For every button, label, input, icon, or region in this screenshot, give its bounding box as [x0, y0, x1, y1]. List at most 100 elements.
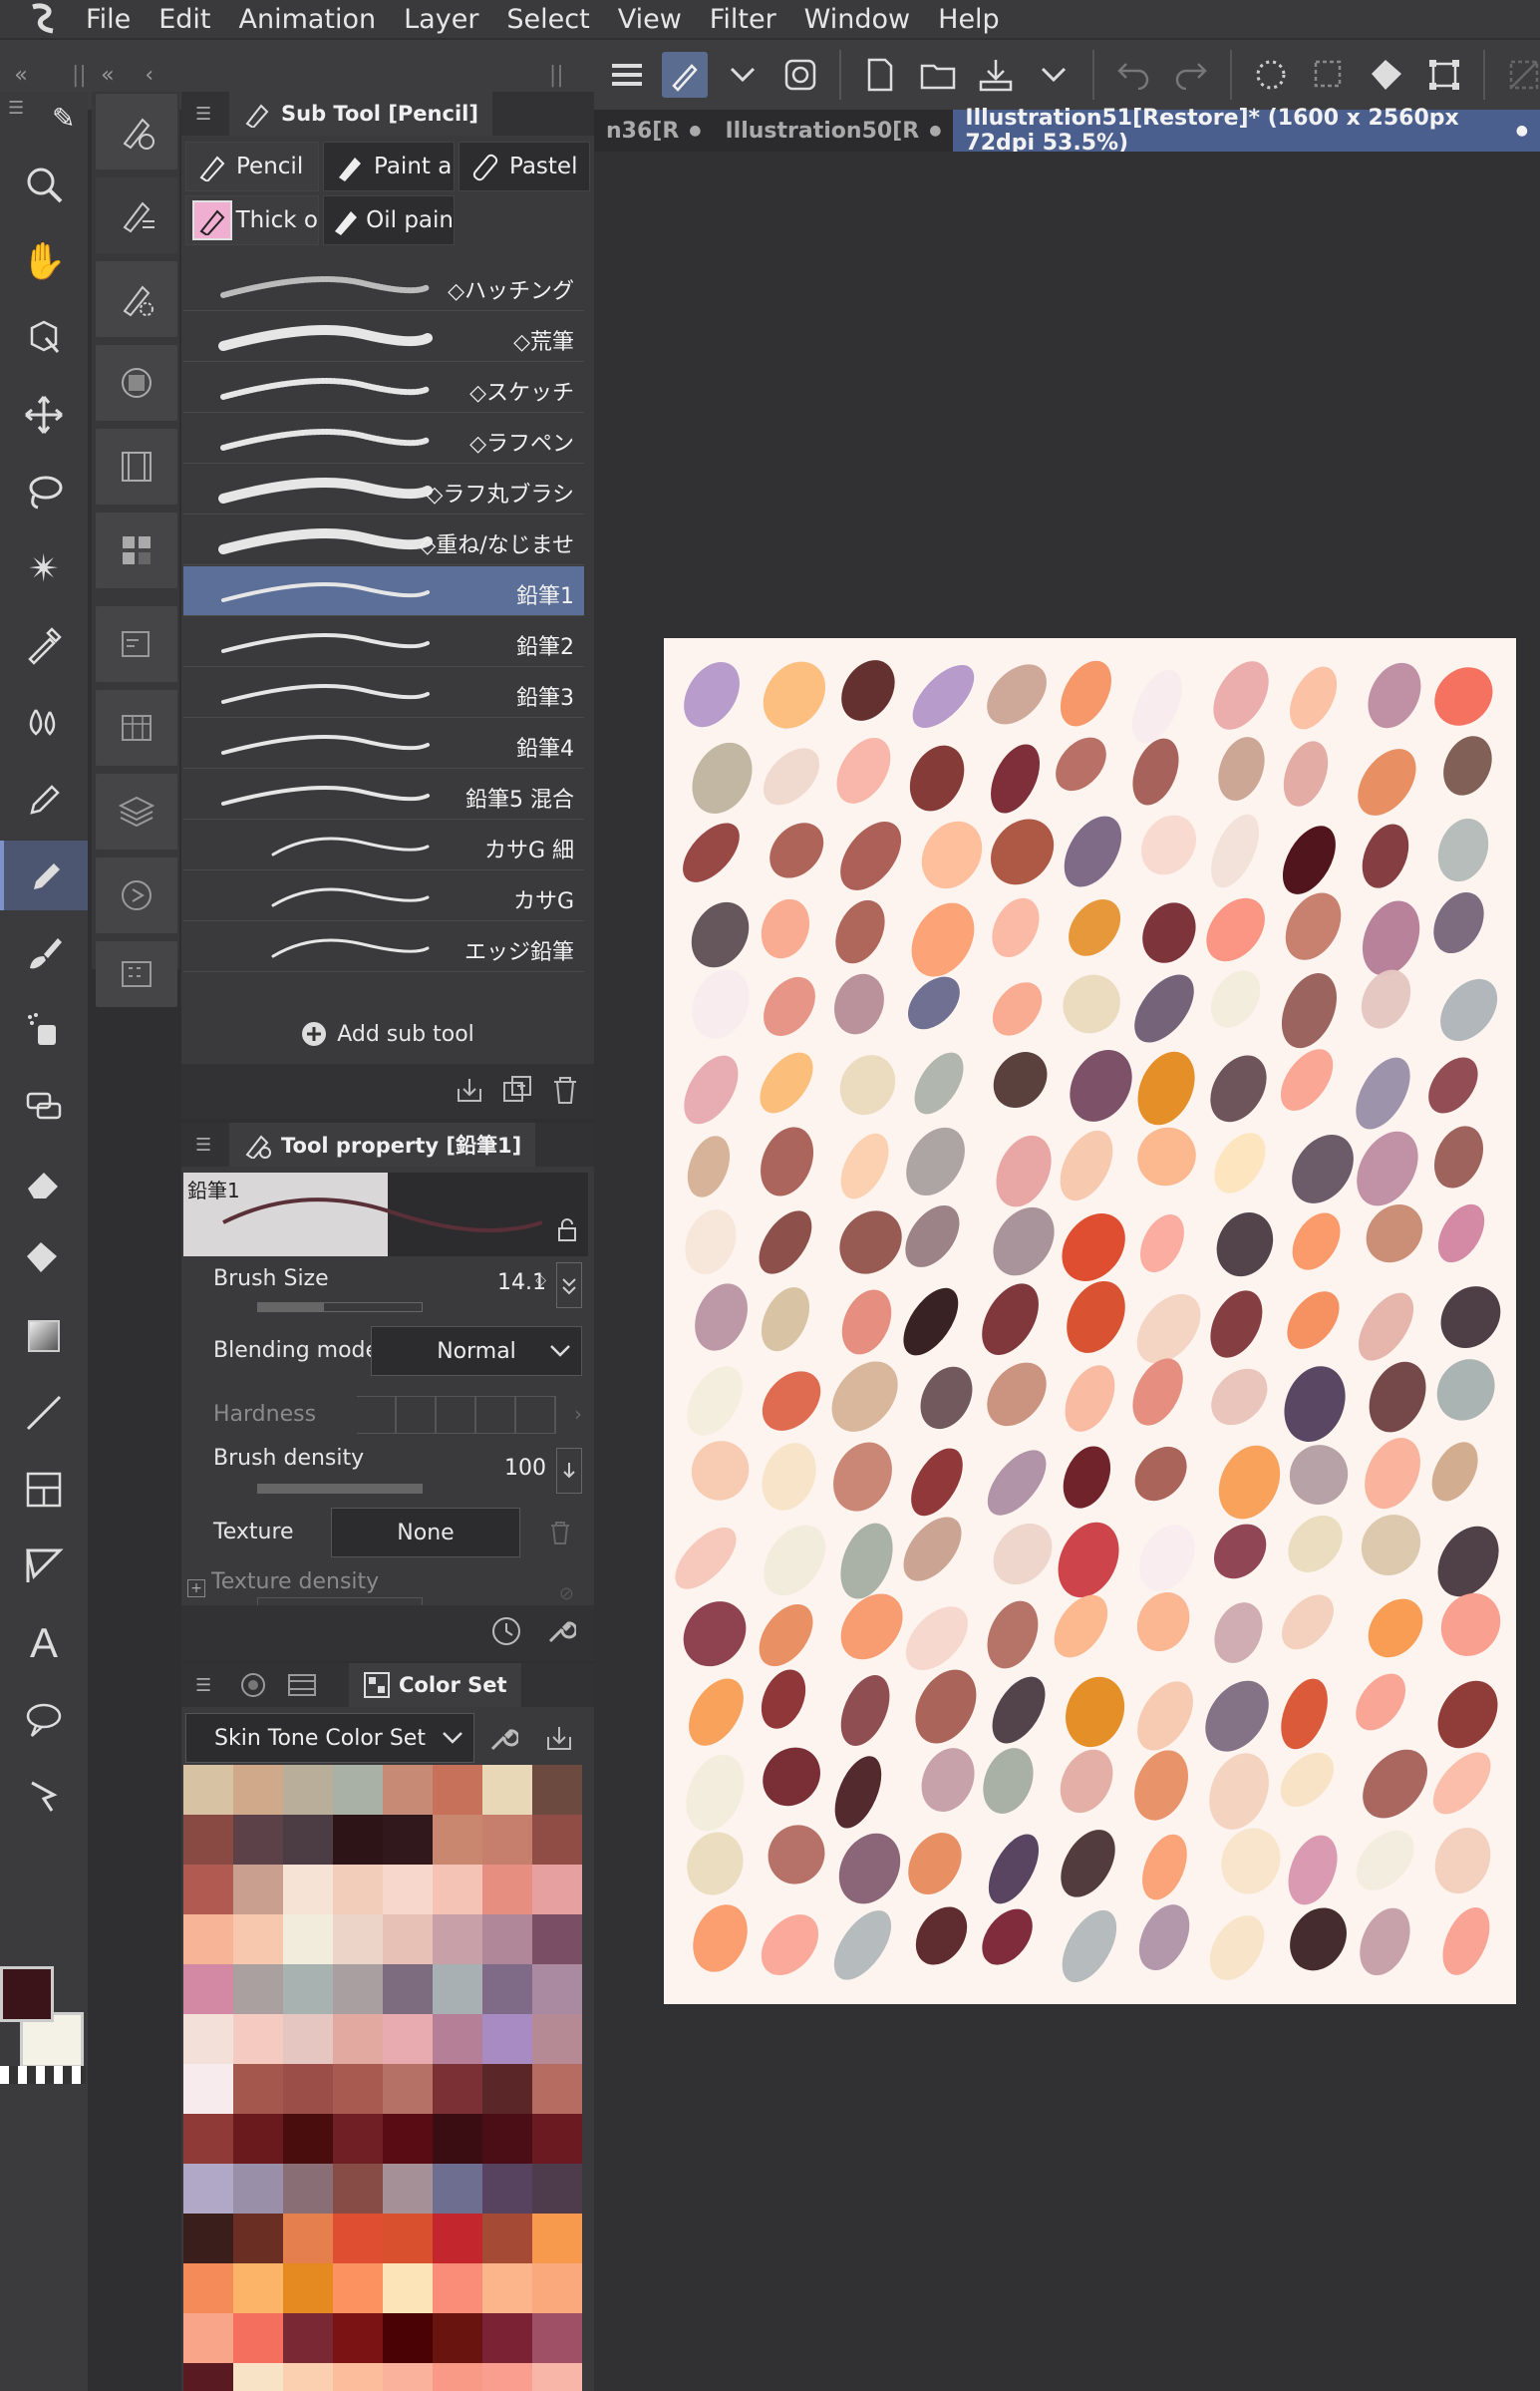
color-swatch[interactable] — [383, 1914, 433, 1964]
material-icon[interactable] — [96, 690, 177, 766]
subtool-settings-icon[interactable] — [96, 261, 177, 337]
blend-tool-icon[interactable] — [0, 687, 88, 757]
color-swatch[interactable] — [283, 2014, 333, 2064]
grip-icon[interactable]: ☰ — [8, 98, 24, 119]
canvas-tab-2[interactable]: Illustration50[R ● — [714, 110, 954, 152]
move-tool-icon[interactable] — [0, 380, 88, 450]
close-dot-icon[interactable]: ● — [689, 123, 701, 139]
color-set-import-icon[interactable] — [544, 1723, 574, 1757]
color-swatch[interactable] — [183, 1914, 233, 1964]
brush-item[interactable]: ◇ラフペン — [183, 414, 584, 464]
hardness-slider[interactable] — [357, 1396, 556, 1434]
menu-filter[interactable]: Filter — [710, 4, 776, 35]
color-swatch[interactable] — [283, 1964, 333, 2014]
color-swatch[interactable] — [183, 1765, 233, 1815]
density-pressure-icon[interactable] — [556, 1448, 582, 1494]
menu-view[interactable]: View — [618, 4, 682, 35]
color-swatch[interactable] — [383, 2214, 433, 2263]
group-pastel-button[interactable]: Pastel — [459, 142, 590, 191]
import-subtool-icon[interactable] — [455, 1075, 484, 1109]
color-swatch[interactable] — [433, 2064, 482, 2114]
color-swatch[interactable] — [532, 1964, 582, 2014]
divider-grip-icon[interactable]: || — [72, 63, 87, 88]
color-swatch[interactable] — [283, 2313, 333, 2363]
pen-tool-icon[interactable] — [0, 764, 88, 834]
color-swatch[interactable] — [532, 1765, 582, 1815]
brush-item[interactable]: 鉛筆4 — [183, 719, 584, 769]
color-swatch[interactable] — [482, 1815, 532, 1865]
color-swatch[interactable] — [233, 1964, 283, 2014]
color-swatch[interactable] — [283, 2363, 333, 2391]
color-swatch[interactable] — [183, 2014, 233, 2064]
history-icon[interactable] — [96, 857, 177, 933]
color-swatch[interactable] — [482, 2114, 532, 2164]
menu-edit[interactable]: Edit — [158, 4, 210, 35]
menu-help[interactable]: Help — [938, 4, 1000, 35]
reset-clock-icon[interactable] — [490, 1615, 522, 1651]
fill-bucket-icon[interactable] — [1364, 52, 1409, 98]
menu-file[interactable]: File — [86, 4, 131, 35]
color-swatch[interactable] — [383, 2164, 433, 2214]
undo-icon[interactable] — [1110, 52, 1156, 98]
color-swatch[interactable] — [532, 2214, 582, 2263]
color-swatch[interactable] — [333, 1964, 383, 2014]
transform-icon[interactable] — [1421, 52, 1467, 98]
magic-wand-tool-icon[interactable]: ✴ — [0, 533, 88, 603]
canvas-tab-3[interactable]: Illustration51[Restore]* (1600 x 2560px … — [953, 106, 1540, 156]
wrench-settings-icon[interactable] — [544, 1615, 578, 1651]
brush-item[interactable]: ◇荒筆 — [183, 312, 584, 362]
color-swatch[interactable] — [333, 2064, 383, 2114]
brush-item[interactable]: ◇ハッチング — [183, 261, 584, 311]
hamburger-menu-icon[interactable] — [604, 52, 650, 98]
color-indicator[interactable] — [0, 1966, 88, 2086]
color-swatch[interactable] — [183, 2214, 233, 2263]
pencil-tool-icon[interactable] — [0, 841, 88, 910]
menu-window[interactable]: Window — [804, 4, 910, 35]
primary-color-swatch[interactable] — [0, 1966, 54, 2022]
color-swatch[interactable] — [233, 2064, 283, 2114]
color-swatch[interactable] — [183, 2164, 233, 2214]
color-swatch[interactable] — [183, 2313, 233, 2363]
menu-select[interactable]: Select — [506, 4, 589, 35]
loading-spinner-icon[interactable] — [1248, 52, 1294, 98]
color-swatch[interactable] — [433, 2313, 482, 2363]
color-swatch[interactable] — [283, 2214, 333, 2263]
color-swatch[interactable] — [532, 2363, 582, 2391]
color-swatch[interactable] — [333, 2363, 383, 2391]
correct-line-tool-icon[interactable] — [0, 1762, 88, 1832]
brush-item[interactable]: ◇スケッチ — [183, 363, 584, 413]
color-swatch[interactable] — [183, 2363, 233, 2391]
color-set-select[interactable]: Skin Tone Color Set — [185, 1713, 474, 1763]
transparent-color-swatch[interactable] — [0, 2066, 86, 2084]
brush-tool-icon[interactable] — [0, 917, 88, 987]
subtool-tab[interactable]: Sub Tool [Pencil] — [229, 92, 492, 136]
brush-item[interactable]: カサG — [183, 871, 584, 921]
panel-menu-icon-2[interactable]: ☰ — [195, 1135, 211, 1156]
color-set-wrench-icon[interactable] — [486, 1723, 520, 1759]
balloon-tool-icon[interactable] — [0, 1685, 88, 1755]
color-swatch[interactable] — [283, 1865, 333, 1914]
color-swatch[interactable] — [482, 2263, 532, 2313]
color-swatch[interactable] — [383, 1865, 433, 1914]
tool-property-tab[interactable]: Tool property [鉛筆1] — [229, 1123, 536, 1167]
color-swatch[interactable] — [333, 2164, 383, 2214]
layers-icon[interactable] — [96, 774, 177, 850]
fill-tool-icon[interactable] — [0, 1224, 88, 1294]
close-dot-icon-3[interactable]: ● — [1516, 123, 1528, 139]
subtool-pencil-group-icon[interactable] — [96, 94, 177, 170]
color-swatch[interactable] — [233, 2014, 283, 2064]
color-swatch[interactable] — [283, 1815, 333, 1865]
brush-item[interactable]: 鉛筆1 — [183, 566, 584, 616]
lasso-tool-icon[interactable] — [0, 457, 88, 526]
color-swatch[interactable] — [283, 1914, 333, 1964]
color-swatch[interactable] — [233, 2263, 283, 2313]
lock-icon[interactable] — [556, 1218, 578, 1246]
color-swatch[interactable] — [333, 2014, 383, 2064]
ruler-tool-icon[interactable] — [0, 1532, 88, 1601]
brush-size-slider[interactable] — [257, 1302, 423, 1312]
timeline-icon[interactable] — [96, 429, 177, 505]
canvas-paper[interactable] — [664, 638, 1516, 2004]
divider-grip-icon-2[interactable]: || — [549, 63, 564, 88]
pressure-toggle-icon[interactable] — [556, 1262, 582, 1308]
color-swatch[interactable] — [383, 1964, 433, 2014]
